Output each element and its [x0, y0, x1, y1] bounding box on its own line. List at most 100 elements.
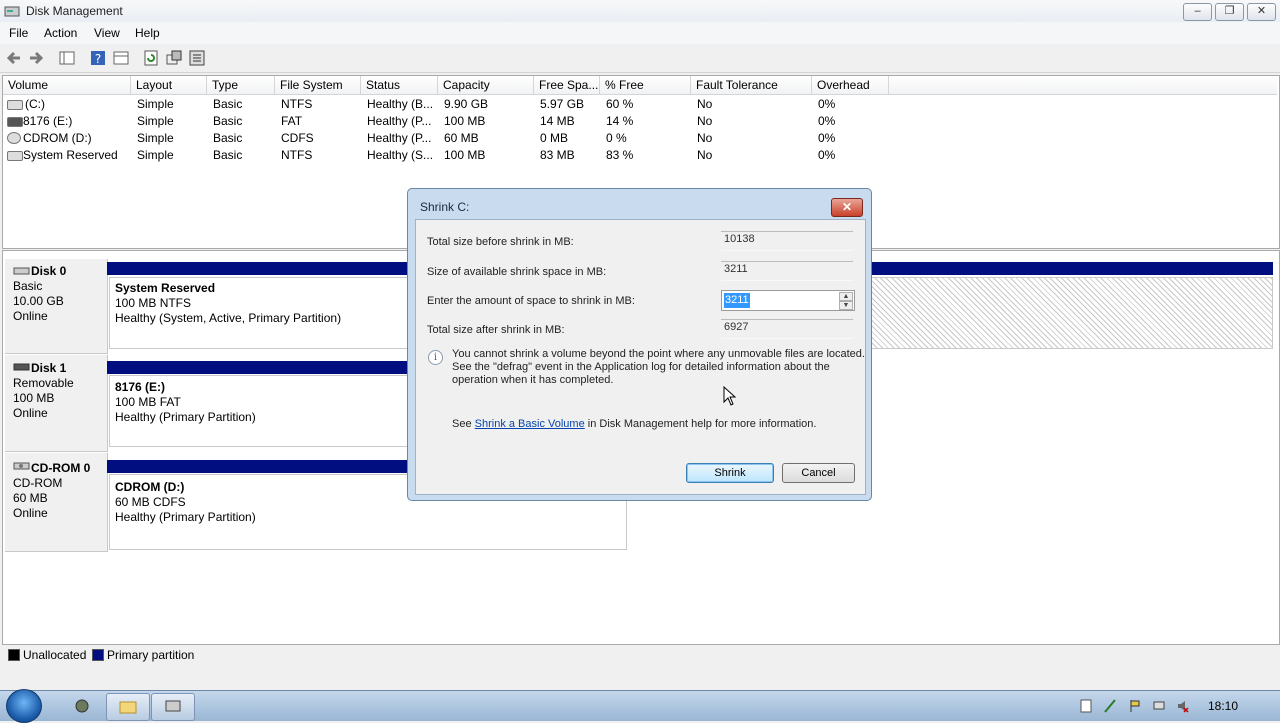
col-filler	[889, 76, 1277, 95]
cell-overhead: 0%	[818, 131, 836, 145]
cell-status: Healthy (P...	[367, 131, 432, 145]
cell-volume: (C:)	[25, 97, 45, 111]
shrink-button[interactable]: Shrink	[686, 463, 774, 483]
partition-system-reserved[interactable]: System Reserved 100 MB NTFS Healthy (Sys…	[109, 277, 411, 349]
menu-help[interactable]: Help	[135, 26, 160, 40]
info-text-line1: You cannot shrink a volume beyond the po…	[452, 348, 865, 360]
dialog-body: Total size before shrink in MB: 10138 Si…	[415, 219, 866, 495]
col-overhead[interactable]: Overhead	[812, 76, 889, 95]
info-text-line3: operation when it has completed.	[452, 374, 614, 386]
unallocated-swatch	[8, 649, 20, 661]
mouse-cursor-icon	[723, 386, 737, 406]
partition-name: CDROM (D:)	[115, 480, 185, 494]
clock[interactable]: 18:10	[1208, 699, 1238, 713]
pinned-app-icon[interactable]	[73, 697, 91, 715]
tray-security-flag-icon[interactable]	[1129, 699, 1141, 713]
value-available-space: 3211	[721, 261, 853, 281]
menu-view[interactable]: View	[94, 26, 120, 40]
cell-overhead: 0%	[818, 148, 836, 162]
disk-management-icon	[4, 6, 20, 17]
cell-fault: No	[697, 97, 713, 111]
disk-icon	[13, 267, 30, 275]
menu-file[interactable]: File	[9, 26, 28, 40]
cell-layout: Simple	[137, 114, 174, 128]
cell-status: Healthy (P...	[367, 114, 432, 128]
console-tree-icon[interactable]	[58, 49, 76, 67]
col-layout[interactable]: Layout	[131, 76, 207, 95]
partition-size: 100 MB FAT	[115, 395, 181, 409]
shrink-basic-volume-link[interactable]: Shrink a Basic Volume	[475, 418, 585, 430]
taskbar-disk-management-button[interactable]	[151, 693, 195, 721]
cell-layout: Simple	[137, 148, 174, 162]
cell-status: Healthy (B...	[367, 97, 434, 111]
help-icon[interactable]: ?	[89, 49, 107, 67]
shrink-amount-input[interactable]: 3211 ▲ ▼	[721, 290, 855, 311]
cell-layout: Simple	[137, 131, 174, 145]
cell-status: Healthy (S...	[367, 148, 434, 162]
start-button[interactable]	[6, 689, 42, 723]
col-fault-tolerance[interactable]: Fault Tolerance	[691, 76, 812, 95]
back-arrow-icon[interactable]	[5, 49, 23, 67]
cell-volume: System Reserved	[23, 148, 118, 162]
drive-icon	[7, 100, 23, 110]
cdrom-0-label[interactable]: CD-ROM 0 CD-ROM 60 MB Online	[5, 453, 108, 552]
partition-c-drive[interactable]	[871, 277, 1273, 349]
col-free-space[interactable]: Free Spa...	[534, 76, 600, 95]
info-text-line2: See the "defrag" event in the Applicatio…	[452, 361, 830, 373]
cell-free: 0 MB	[540, 131, 569, 145]
col-capacity[interactable]: Capacity	[438, 76, 534, 95]
close-button[interactable]: ✕	[1247, 3, 1276, 21]
col-status[interactable]: Status	[361, 76, 438, 95]
tray-volume-muted-icon[interactable]	[1177, 699, 1189, 713]
refresh-icon[interactable]	[142, 49, 160, 67]
cell-free: 5.97 GB	[540, 97, 585, 111]
maximize-button[interactable]: ❐	[1215, 3, 1244, 21]
title-bar: Disk Management – ❐ ✕	[0, 0, 1280, 23]
label-shrink-amount: Enter the amount of space to shrink in M…	[427, 295, 635, 307]
cell-volume: 8176 (E:)	[23, 114, 73, 128]
taskbar-explorer-button[interactable]	[106, 693, 150, 721]
partition-status: Healthy (Primary Partition)	[115, 410, 256, 424]
cell-fs: NTFS	[281, 97, 313, 111]
cell-type: Basic	[213, 148, 243, 162]
partition-size: 100 MB NTFS	[115, 296, 192, 310]
help-note: See Shrink a Basic Volume in Disk Manage…	[452, 418, 816, 431]
tray-document-icon[interactable]	[1080, 699, 1092, 713]
cell-layout: Simple	[137, 97, 174, 111]
svg-text:?: ?	[95, 52, 101, 66]
col-percent-free[interactable]: % Free	[600, 76, 691, 95]
col-file-system[interactable]: File System	[275, 76, 361, 95]
disk-1-label[interactable]: Disk 1 Removable 100 MB Online	[5, 355, 108, 452]
tray-network-icon[interactable]	[1104, 699, 1116, 713]
forward-arrow-icon[interactable]	[27, 49, 45, 67]
minimize-button[interactable]: –	[1183, 3, 1212, 21]
disk-0-label[interactable]: Disk 0 Basic 10.00 GB Online	[5, 259, 108, 354]
cell-volume: CDROM (D:)	[23, 131, 92, 145]
spin-down-button[interactable]: ▼	[839, 301, 853, 310]
cell-percent: 60 %	[606, 97, 634, 111]
partition-e-drive[interactable]: 8176 (E:) 100 MB FAT Healthy (Primary Pa…	[109, 375, 411, 447]
settings-icon[interactable]	[188, 49, 206, 67]
label-total-after: Total size after shrink in MB:	[427, 324, 565, 336]
legend-primary-partition: Primary partition	[107, 648, 195, 662]
partition-name: System Reserved	[115, 281, 216, 295]
cell-capacity: 9.90 GB	[444, 97, 489, 111]
cell-free: 14 MB	[540, 114, 575, 128]
rescan-disks-icon[interactable]	[165, 49, 183, 67]
dialog-close-button[interactable]: ✕	[831, 198, 863, 217]
cell-overhead: 0%	[818, 97, 836, 111]
legend-unallocated: Unallocated	[23, 648, 87, 662]
properties-pane-icon[interactable]	[112, 49, 130, 67]
cell-fault: No	[697, 148, 713, 162]
menu-action[interactable]: Action	[44, 26, 77, 40]
tray-network-status-icon[interactable]	[1153, 699, 1165, 713]
cdrom-icon	[7, 132, 21, 144]
col-type[interactable]: Type	[207, 76, 275, 95]
cell-fs: CDFS	[281, 131, 314, 145]
col-volume[interactable]: Volume	[3, 76, 131, 95]
spin-up-button[interactable]: ▲	[839, 292, 853, 301]
label-total-before: Total size before shrink in MB:	[427, 236, 574, 248]
partition-bar	[107, 361, 407, 374]
cancel-button[interactable]: Cancel	[782, 463, 855, 483]
label-available-space: Size of available shrink space in MB:	[427, 266, 607, 278]
